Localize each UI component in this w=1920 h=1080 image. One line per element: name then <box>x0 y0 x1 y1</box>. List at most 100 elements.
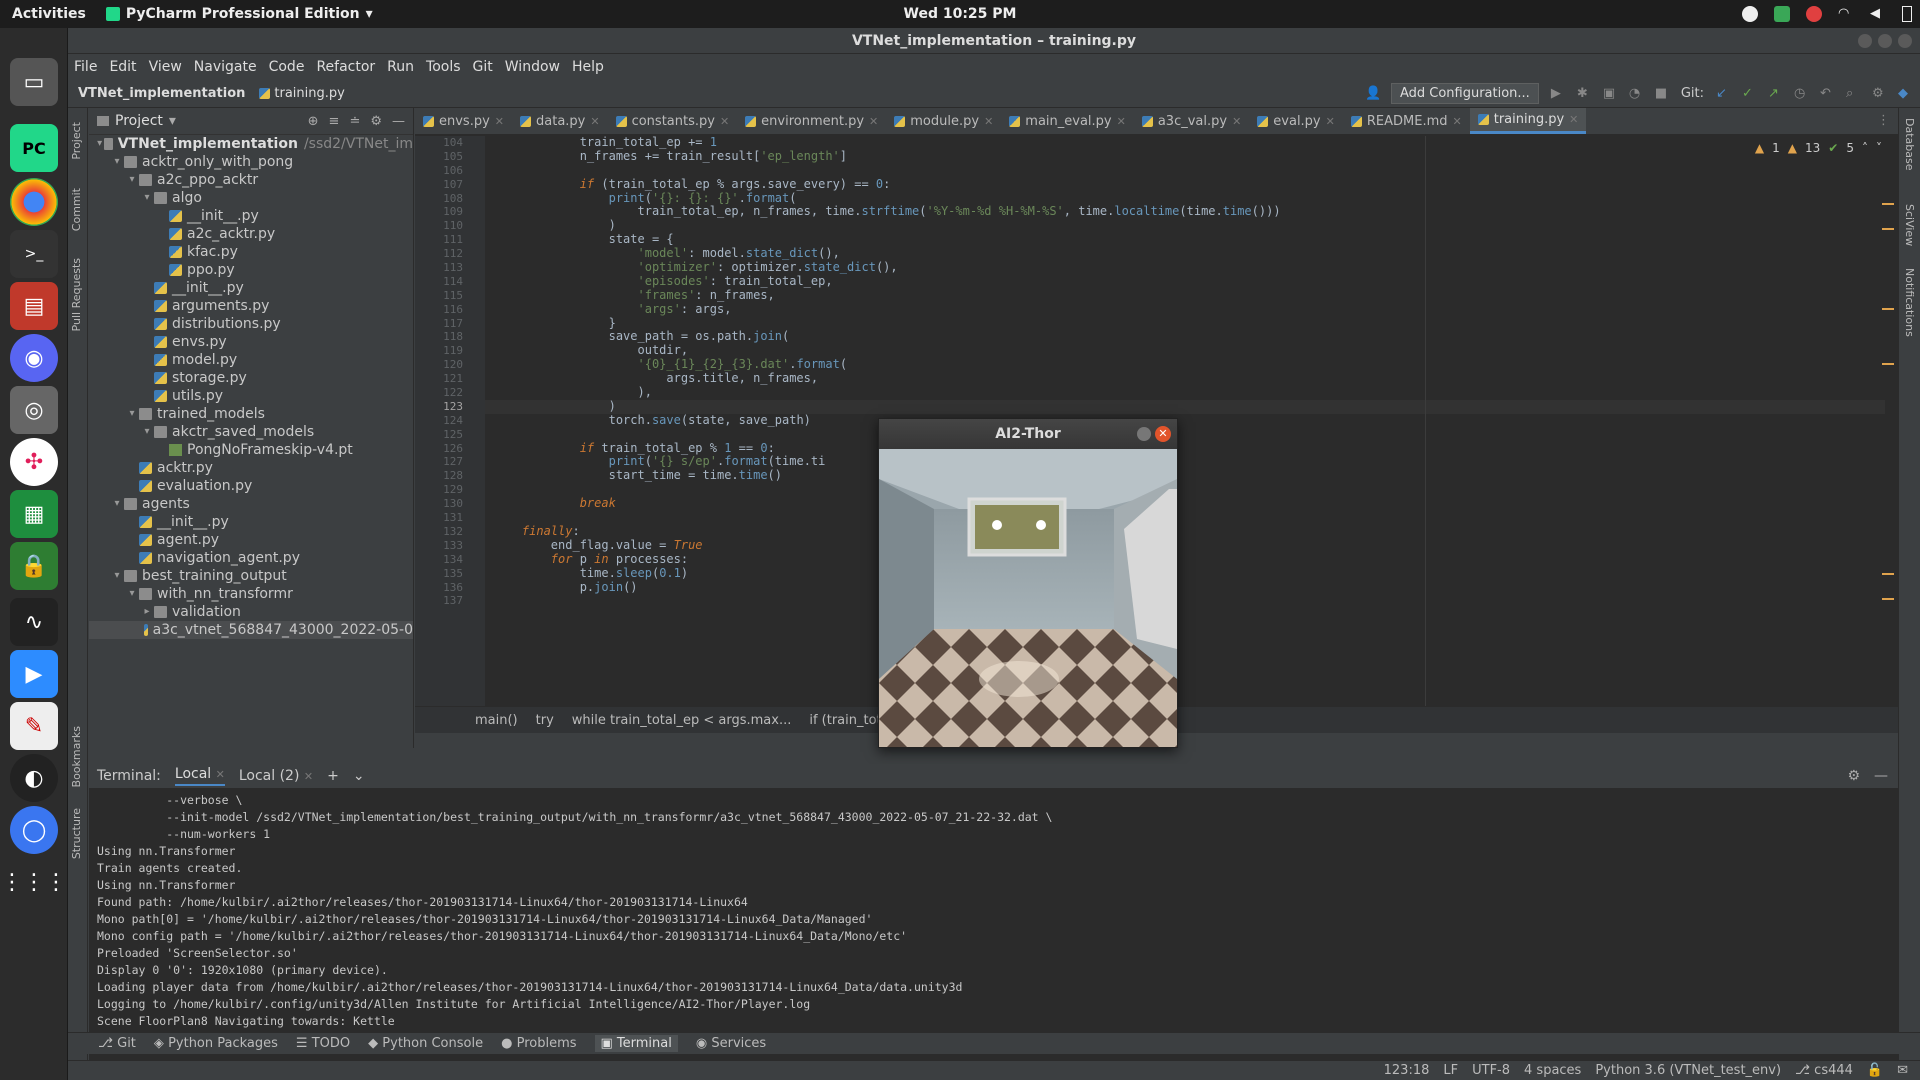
editor-tab[interactable]: main_eval.py ✕ <box>1001 108 1134 134</box>
menu-navigate[interactable]: Navigate <box>188 59 263 75</box>
line-number[interactable]: 116 <box>415 303 485 317</box>
chevron-icon[interactable]: ▾ <box>110 495 124 513</box>
close-button[interactable] <box>1898 34 1912 48</box>
line-number[interactable]: 130 <box>415 497 485 511</box>
close-tab-icon[interactable]: ✕ <box>590 115 599 128</box>
editor-tab[interactable]: module.py ✕ <box>886 108 1001 134</box>
chevron-down-icon[interactable]: ▾ <box>169 113 176 129</box>
shield-icon[interactable] <box>1774 6 1790 22</box>
tree-file[interactable]: kfac.py <box>89 243 413 261</box>
tree-file[interactable]: storage.py <box>89 369 413 387</box>
ai2thor-window[interactable]: AI2-Thor ✕ <box>878 418 1178 748</box>
line-number[interactable]: 122 <box>415 386 485 400</box>
error-stripe-mark[interactable] <box>1882 308 1894 310</box>
zoom-icon[interactable]: ▶ <box>10 650 58 698</box>
terminal-tool-button[interactable]: ▣ Terminal <box>594 1035 678 1052</box>
error-stripe-mark[interactable] <box>1882 363 1894 365</box>
git-push-icon[interactable]: ↗ <box>1768 86 1782 101</box>
stop-icon[interactable] <box>1806 6 1822 22</box>
bookmarks-tool-tab[interactable]: Bookmarks <box>70 726 83 787</box>
document-viewer-icon[interactable]: ✎ <box>10 702 58 750</box>
editor-tab[interactable]: a3c_val.py ✕ <box>1134 108 1249 134</box>
tree-folder[interactable]: ▾ akctr_saved_models <box>89 423 413 441</box>
chevron-icon[interactable]: ▾ <box>140 189 154 207</box>
git-branch[interactable]: ⎇ cs444 <box>1795 1063 1853 1078</box>
git-commit-icon[interactable]: ✓ <box>1742 86 1756 101</box>
tree-file[interactable]: envs.py <box>89 333 413 351</box>
close-icon[interactable]: ✕ <box>216 768 225 781</box>
expand-all-icon[interactable]: ≡ <box>329 114 340 129</box>
tree-file[interactable]: __init__.py <box>89 207 413 225</box>
error-stripe-mark[interactable] <box>1882 203 1894 205</box>
project-panel-title[interactable]: Project <box>115 113 163 129</box>
chevron-icon[interactable]: ▸ <box>140 603 154 621</box>
line-number[interactable]: 137 <box>415 594 485 608</box>
close-button[interactable]: ✕ <box>1155 426 1171 442</box>
chevron-icon[interactable]: ▾ <box>125 405 139 423</box>
tree-file[interactable]: agent.py <box>89 531 413 549</box>
lock-icon[interactable]: 🔓 <box>1867 1063 1883 1078</box>
add-configuration-button[interactable]: Add Configuration... <box>1390 83 1539 104</box>
lock-icon[interactable]: 🔒 <box>10 542 58 590</box>
tree-file[interactable]: model.py <box>89 351 413 369</box>
line-number[interactable]: 124 <box>415 414 485 428</box>
tree-file[interactable]: a2c_acktr.py <box>89 225 413 243</box>
chevron-down-icon[interactable]: ˅ <box>1876 141 1882 155</box>
close-tab-icon[interactable]: ✕ <box>495 115 504 128</box>
discord-icon[interactable]: ◉ <box>10 334 58 382</box>
menu-view[interactable]: View <box>143 59 188 75</box>
tree-folder[interactable]: ▾ best_training_output <box>89 567 413 585</box>
line-number[interactable]: 113 <box>415 261 485 275</box>
line-number[interactable]: 105 <box>415 150 485 164</box>
line-number[interactable]: 112 <box>415 247 485 261</box>
close-tab-icon[interactable]: ✕ <box>984 115 993 128</box>
tree-file[interactable]: arguments.py <box>89 297 413 315</box>
obs-icon[interactable]: ◐ <box>10 754 58 802</box>
menu-run[interactable]: Run <box>381 59 420 75</box>
history-icon[interactable]: ◷ <box>1794 86 1808 101</box>
chevron-icon[interactable]: ▾ <box>110 153 124 171</box>
obs-tray-icon[interactable] <box>1742 6 1758 22</box>
line-number[interactable]: 108 <box>415 192 485 206</box>
menu-help[interactable]: Help <box>566 59 610 75</box>
close-tab-icon[interactable]: ✕ <box>1232 115 1241 128</box>
python-packages-tool-button[interactable]: ◈ Python Packages <box>154 1036 278 1051</box>
terminal-output[interactable]: --verbose \ --init-model /ssd2/VTNet_imp… <box>89 788 1898 1051</box>
pull-requests-tool-tab[interactable]: Pull Requests <box>70 258 83 331</box>
activities-button[interactable]: Activities <box>12 6 86 22</box>
line-number[interactable]: 129 <box>415 483 485 497</box>
line-number[interactable]: 133 <box>415 539 485 553</box>
line-number[interactable]: 120 <box>415 358 485 372</box>
caret-position[interactable]: 123:18 <box>1384 1063 1430 1078</box>
chevron-icon[interactable]: ▾ <box>95 135 104 153</box>
line-number[interactable]: 126 <box>415 442 485 456</box>
update-icon[interactable]: ◆ <box>1898 86 1912 101</box>
tree-folder[interactable]: ▾ acktr_only_with_pong <box>89 153 413 171</box>
line-number[interactable]: 119 <box>415 344 485 358</box>
code-area[interactable]: train_total_ep += 1 n_frames += train_re… <box>485 136 1885 706</box>
menu-edit[interactable]: Edit <box>103 59 142 75</box>
tree-folder[interactable]: ▾ algo <box>89 189 413 207</box>
chevron-icon[interactable]: ▾ <box>125 171 139 189</box>
inspection-widget[interactable]: ▲ 1 ▲ 13 ✔ 5 ˄ ˅ <box>1755 141 1882 155</box>
database-tool-tab[interactable]: Database <box>1903 118 1916 171</box>
line-number[interactable]: 128 <box>415 469 485 483</box>
search-icon[interactable]: ⌕ <box>1846 86 1860 101</box>
terminal-icon[interactable]: >_ <box>10 230 58 278</box>
pycharm-dock-icon[interactable]: PC <box>10 124 58 172</box>
stop-icon[interactable]: ■ <box>1655 86 1669 101</box>
close-icon[interactable]: ✕ <box>304 770 313 783</box>
notifications-tool-tab[interactable]: Notifications <box>1903 268 1916 337</box>
tree-file[interactable]: utils.py <box>89 387 413 405</box>
tree-file[interactable]: __init__.py <box>89 513 413 531</box>
python-interpreter[interactable]: Python 3.6 (VTNet_test_env) <box>1595 1063 1781 1078</box>
sciview-tool-tab[interactable]: SciView <box>1903 204 1916 246</box>
hide-icon[interactable]: — <box>1874 768 1888 784</box>
tree-file[interactable]: distributions.py <box>89 315 413 333</box>
menu-window[interactable]: Window <box>499 59 566 75</box>
line-number[interactable]: 125 <box>415 428 485 442</box>
chevron-icon[interactable]: ▾ <box>140 423 154 441</box>
profile-icon[interactable]: ◔ <box>1629 86 1643 101</box>
line-number[interactable]: 110 <box>415 219 485 233</box>
line-number[interactable]: 115 <box>415 289 485 303</box>
